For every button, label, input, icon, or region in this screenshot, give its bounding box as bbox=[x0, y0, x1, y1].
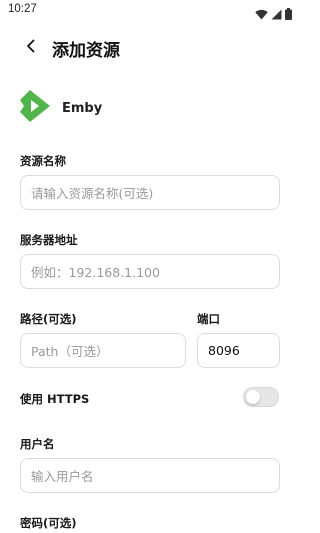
status-time: 10:27 bbox=[8, 3, 37, 15]
signal-icon bbox=[271, 5, 282, 24]
status-icons bbox=[255, 5, 292, 24]
https-toggle[interactable] bbox=[243, 387, 279, 407]
server-address-input[interactable]: 例如：192.168.1.100 bbox=[20, 254, 280, 289]
username-input[interactable]: 输入用户名 bbox=[20, 458, 280, 493]
status-bar: 10:27 bbox=[0, 0, 300, 22]
username-label: 用户名 bbox=[20, 437, 55, 451]
battery-icon bbox=[285, 5, 292, 24]
port-value: 8096 bbox=[208, 343, 240, 358]
resource-name-label: 资源名称 bbox=[20, 154, 66, 168]
app-bar: 添加资源 bbox=[0, 28, 300, 68]
resource-name-placeholder: 请输入资源名称(可选) bbox=[31, 186, 154, 201]
server-name: Emby bbox=[62, 100, 103, 116]
server-address-label: 服务器地址 bbox=[20, 233, 78, 247]
chevron-left-icon bbox=[25, 38, 37, 57]
emby-logo-icon bbox=[20, 90, 50, 126]
https-label: 使用 HTTPS bbox=[20, 392, 90, 406]
toggle-knob bbox=[246, 390, 260, 404]
password-label: 密码(可选) bbox=[20, 516, 77, 530]
back-button[interactable] bbox=[20, 36, 42, 58]
username-placeholder: 输入用户名 bbox=[31, 469, 94, 484]
path-input[interactable]: Path（可选） bbox=[20, 333, 186, 368]
resource-name-input[interactable]: 请输入资源名称(可选) bbox=[20, 175, 280, 210]
wifi-icon bbox=[255, 5, 268, 24]
path-placeholder: Path（可选） bbox=[31, 344, 109, 359]
path-label: 路径(可选) bbox=[20, 312, 77, 326]
server-type: Emby bbox=[20, 90, 103, 126]
server-address-placeholder: 例如：192.168.1.100 bbox=[31, 265, 160, 280]
port-label: 端口 bbox=[197, 312, 220, 326]
page-title: 添加资源 bbox=[52, 41, 120, 61]
port-input[interactable]: 8096 bbox=[197, 333, 280, 368]
